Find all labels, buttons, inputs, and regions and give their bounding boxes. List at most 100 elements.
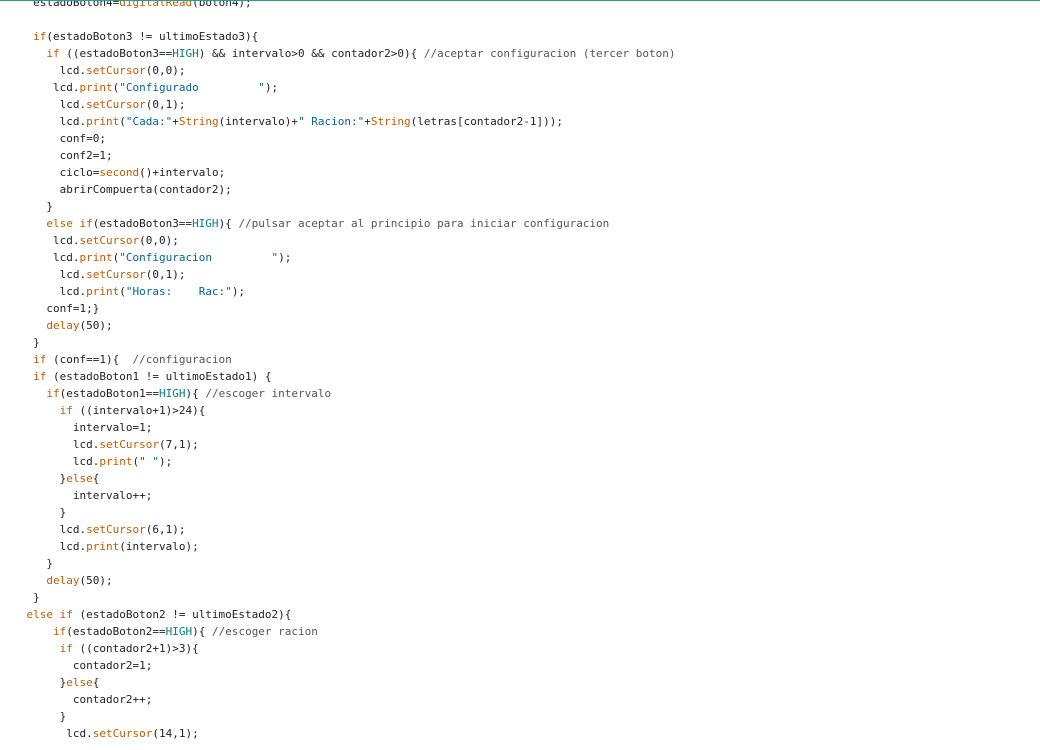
code-line[interactable]: delay(50); [0,317,676,334]
code-line[interactable]: lcd.print("Configuracion "); [0,249,676,266]
code-text: (estadoBoton2 != ultimoEstado2){ [72,608,292,621]
code-text: lcd. [0,540,87,553]
code-text: lcd. [0,64,87,77]
code-text: conf=1;} [0,302,100,315]
code-line[interactable]: lcd.setCursor(0,1); [0,96,676,113]
code-line[interactable]: estadoBoton4=digitalRead(boton4); [0,0,676,11]
keyword-token: if [46,47,60,60]
code-line[interactable]: }else{ [0,470,676,487]
code-line[interactable]: if(estadoBoton2==HIGH){ //escoger racion [0,623,676,640]
function-token: String [178,115,219,128]
code-line[interactable]: contador2++; [0,691,676,708]
function-token: print [86,540,120,553]
code-line[interactable]: lcd.print("Horas: Rac:"); [0,283,676,300]
code-text: (estadoBoton2== [66,625,166,638]
code-line[interactable]: intervalo=1; [0,419,676,436]
code-line[interactable]: } [0,555,676,572]
code-line[interactable]: delay(50); [0,572,676,589]
keyword-token: if [59,642,73,655]
code-text: lcd. [0,234,80,247]
keyword-token: else [66,472,93,485]
code-line[interactable]: } [0,334,676,351]
code-text: contador2++; [0,693,153,706]
code-line[interactable]: abrirCompuerta(contador2); [0,181,676,198]
code-line[interactable]: if ((contador2+1)>3){ [0,640,676,657]
function-token: print [79,251,113,264]
code-text: ); [278,251,292,264]
code-line[interactable]: lcd.print("Configurado "); [0,79,676,96]
code-text: (14,1); [152,727,199,740]
function-token: setCursor [86,523,146,536]
code-line[interactable]: lcd.print(intervalo); [0,538,676,555]
code-line[interactable]: lcd.setCursor(0,1); [0,266,676,283]
code-line[interactable]: conf=0; [0,130,676,147]
code-line[interactable]: } [0,708,676,725]
code-text: (0,0); [139,234,179,247]
code-text: intervalo++; [0,489,153,502]
code-text: lcd. [0,285,87,298]
code-text: ((estadoBoton3== [59,47,173,60]
code-text: (estadoBoton3 != ultimoEstado3){ [46,30,259,43]
code-text: (estadoBoton1 != ultimoEstado1) { [46,370,272,383]
function-token: digitalRead [119,0,193,9]
function-token: print [79,81,113,94]
function-token: setCursor [79,234,140,247]
code-line[interactable]: conf2=1; [0,147,676,164]
code-line[interactable]: else if(estadoBoton3==HIGH){ //pulsar ac… [0,215,676,232]
code-line[interactable]: } [0,589,676,606]
code-text: ){ [185,387,206,400]
code-editor[interactable]: estadoBoton4=digitalRead(boton4); if(est… [0,0,1040,750]
constant-token: HIGH [165,625,193,638]
code-line[interactable]: contador2=1; [0,657,676,674]
code-text: } [0,336,40,349]
code-line[interactable]: intervalo++; [0,487,676,504]
comment-token: //pulsar aceptar al principio para inici… [238,217,610,230]
code-line[interactable]: else if (estadoBoton2 != ultimoEstado2){ [0,606,676,623]
code-line[interactable]: ciclo=second()+intervalo; [0,164,676,181]
code-line[interactable]: lcd.setCursor(7,1); [0,436,676,453]
code-text: ){ [218,217,239,230]
function-token: setCursor [86,268,146,281]
keyword-token: if [33,370,47,383]
keyword-token: if [46,387,60,400]
keyword-token: delay [46,574,80,587]
code-line[interactable]: if ((intervalo+1)>24){ [0,402,676,419]
code-line[interactable]: conf=1;} [0,300,676,317]
code-text-area[interactable]: estadoBoton4=digitalRead(boton4); if(est… [0,0,676,742]
code-line[interactable]: lcd.setCursor(6,1); [0,521,676,538]
code-line[interactable]: } [0,504,676,521]
constant-token: HIGH [172,47,199,60]
code-text: } [0,557,53,570]
code-text: } [0,506,67,519]
code-line[interactable]: }else{ [0,674,676,691]
code-text: } [0,710,67,723]
code-line[interactable] [0,11,676,28]
keyword-token: if [33,30,47,43]
code-text: (50); [79,574,113,587]
code-line[interactable]: lcd.setCursor(14,1); [0,725,676,742]
code-text: lcd. [0,438,100,451]
code-line[interactable]: if(estadoBoton3 != ultimoEstado3){ [0,28,676,45]
code-text: conf=0; [0,132,106,145]
code-line[interactable]: lcd.setCursor(0,0); [0,62,676,79]
function-token: second [99,166,140,179]
code-line[interactable]: lcd.setCursor(0,0); [0,232,676,249]
code-line[interactable]: } [0,198,676,215]
code-line[interactable]: if(estadoBoton1==HIGH){ //escoger interv… [0,385,676,402]
function-token: setCursor [86,98,146,111]
code-line[interactable]: if (estadoBoton1 != ultimoEstado1) { [0,368,676,385]
code-text: } [0,591,40,604]
code-text: lcd. [0,251,80,264]
code-line[interactable]: lcd.print(" "); [0,453,676,470]
code-line[interactable]: if (conf==1){ //configuracion [0,351,676,368]
code-line[interactable]: if ((estadoBoton3==HIGH) && intervalo>0 … [0,45,675,62]
keyword-token: if [52,625,67,638]
code-line[interactable]: lcd.print("Cada:"+String(intervalo)+" Ra… [0,113,676,130]
code-text: lcd. [0,523,87,536]
keyword-token: delay [46,319,80,332]
